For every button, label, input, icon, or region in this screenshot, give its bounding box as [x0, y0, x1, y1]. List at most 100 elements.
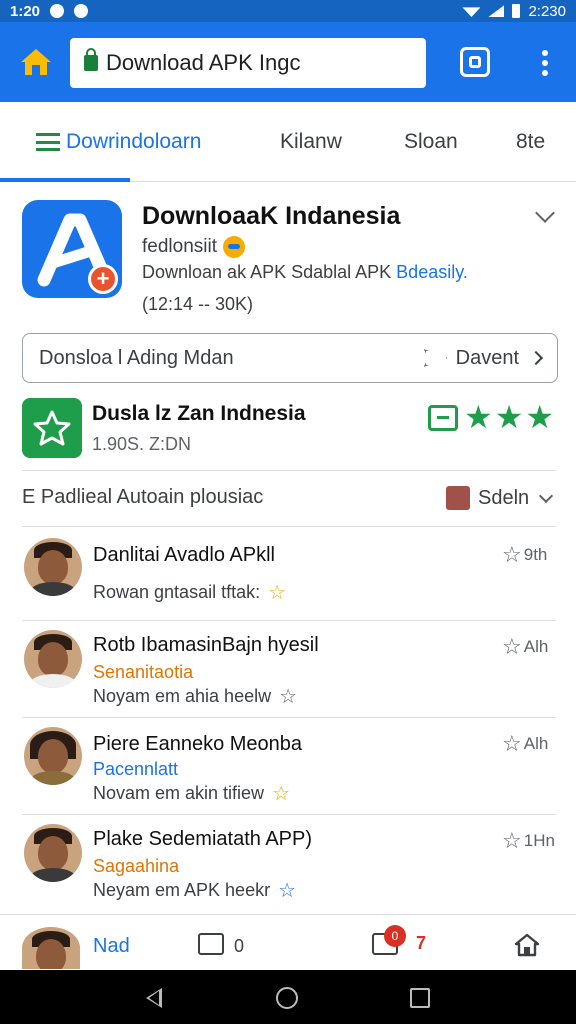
notification-icon-2 — [74, 4, 89, 18]
divider — [22, 717, 556, 718]
tab-kilanw[interactable]: Kilanw — [280, 130, 342, 154]
review-text: Neyam em APK heekr ☆ — [93, 880, 297, 902]
app-icon[interactable]: + — [22, 200, 122, 298]
review-author: Plake Sedemiatath APP) — [93, 828, 313, 850]
sort-dropdown[interactable]: Sdeln — [446, 486, 554, 510]
app-title: DownloaaK Indanesia — [142, 202, 401, 230]
review-tag: Senanitaotia — [93, 662, 194, 682]
review-text: Rowan gntasail tftak: ☆ — [93, 582, 287, 604]
star-icon: ☆ — [279, 686, 298, 708]
divider — [22, 620, 556, 621]
tab-download[interactable]: Dowrindoloarn — [36, 130, 201, 154]
app2-icon[interactable] — [22, 398, 82, 458]
review-text: Noyam em ahia heelw ☆ — [93, 686, 298, 708]
pill-action-label: Davent — [455, 346, 519, 369]
avatar — [446, 486, 470, 510]
notification-icon — [50, 4, 65, 18]
notification-count: 7 — [416, 933, 427, 953]
home-button[interactable] — [18, 44, 54, 80]
filter-label: E Padlieal Autoain plousiac — [22, 486, 264, 508]
status-bar: 1:20 2:230 — [0, 0, 576, 22]
notification-badge: 0 — [384, 925, 406, 947]
tab-8te[interactable]: 8te — [516, 130, 545, 154]
wifi-icon — [462, 7, 481, 17]
pill-label: Donsloa l Ading Mdan — [39, 346, 234, 369]
star-icon: ☆ — [268, 582, 287, 604]
review-item[interactable]: Piere Eanneko Meonba Pacennlatt Novam em… — [0, 719, 576, 815]
status-icons: 2:230 — [462, 3, 566, 20]
tab-strip: Dowrindoloarn Kilanw Sloan 8te — [0, 102, 576, 182]
list-icon — [36, 133, 60, 151]
more-icon — [542, 50, 548, 56]
home-circle-icon[interactable] — [276, 987, 298, 1009]
expand-chevron-icon[interactable] — [535, 203, 555, 223]
comment-count: 0 — [234, 936, 245, 956]
review-tag: Sagaahina — [93, 856, 180, 876]
status-clock: 2:230 — [528, 2, 566, 20]
app-description: Downloan ak APK Sdablal APK Bdeasily. — [142, 262, 468, 282]
user-name[interactable]: Nad — [93, 935, 130, 958]
review-time: ☆ Alh — [502, 731, 549, 757]
star-icon: ☆ — [272, 783, 290, 805]
comment-icon[interactable] — [198, 933, 224, 955]
review-author: Rotb IbamasinBajn hyesil — [93, 634, 319, 656]
divider — [22, 470, 556, 471]
battery-icon — [512, 4, 521, 18]
tabs-button[interactable] — [460, 47, 490, 77]
star-icon: ☆ — [278, 880, 297, 902]
tab-label: Dowrindoloarn — [66, 130, 202, 153]
avatar — [24, 824, 82, 882]
star-outline-icon — [33, 410, 71, 446]
divider — [22, 814, 556, 815]
tabs-icon — [469, 56, 481, 68]
divider — [22, 526, 556, 527]
rating-stars: ★★★ — [464, 399, 557, 435]
avatar — [24, 538, 82, 596]
status-time: 1:20 — [10, 2, 41, 20]
tab-sloan[interactable]: Sloan — [404, 130, 458, 154]
app2-size: 1.90S. Z:DN — [92, 434, 192, 454]
url-bar[interactable]: Download APK Ingc — [70, 38, 426, 88]
browser-toolbar: Download APK Ingc — [0, 22, 576, 102]
review-author: Piere Eanneko Meonba — [93, 733, 303, 755]
sort-label: Sdeln — [478, 486, 530, 509]
send-icon — [423, 349, 448, 367]
lock-icon — [84, 48, 98, 71]
chevron-down-icon — [539, 488, 554, 504]
back-icon[interactable] — [146, 988, 162, 1008]
review-item[interactable]: Rotb IbamasinBajn hyesil Senanitaotia No… — [0, 622, 576, 718]
home-icon[interactable] — [514, 933, 540, 957]
more-menu-button[interactable] — [536, 50, 554, 76]
active-tab-indicator — [0, 178, 130, 182]
review-text: Novam em akin tifiew ☆ — [93, 783, 290, 805]
avatar[interactable] — [22, 927, 80, 969]
review-tag: Pacennlatt — [93, 759, 179, 779]
description-link[interactable]: Bdeasily. — [396, 262, 468, 282]
add-badge-icon: + — [88, 264, 118, 294]
emoji-icon — [223, 236, 245, 258]
signal-icon — [488, 5, 505, 17]
avatar — [24, 727, 82, 785]
download-action-pill[interactable]: Donsloa l Ading Mdan Davent — [22, 333, 558, 383]
app-developer: fedlonsiit — [142, 236, 245, 258]
review-item[interactable]: Danlitai Avadlo APkll Rowan gntasail tft… — [0, 528, 576, 624]
app2-title: Dusla lz Zan Indnesia — [92, 402, 306, 425]
review-item[interactable]: Plake Sedemiatath APP) Sagaahina Neyam e… — [0, 816, 576, 912]
review-time: ☆ 9th — [502, 542, 548, 568]
chat-icon[interactable] — [428, 405, 458, 431]
app-meta: (12:14 -- 30K) — [142, 294, 254, 314]
system-nav-bar — [0, 970, 576, 1024]
recents-icon[interactable] — [410, 988, 430, 1008]
review-author: Danlitai Avadlo APkll — [93, 544, 275, 566]
chevron-right-icon — [528, 350, 544, 366]
star-outline-icon[interactable]: ☆ — [502, 542, 522, 568]
star-outline-icon[interactable]: ☆ — [502, 828, 522, 854]
star-outline-icon[interactable]: ☆ — [502, 634, 522, 660]
review-time: ☆ 1Hn — [502, 828, 555, 854]
bottom-bar: Nad 0 0 7 — [0, 914, 576, 970]
home-icon — [21, 49, 51, 75]
review-time: ☆ Alh — [502, 634, 549, 660]
url-text: Download APK Ingc — [106, 50, 301, 75]
star-outline-icon[interactable]: ☆ — [502, 731, 522, 757]
avatar — [24, 630, 82, 688]
